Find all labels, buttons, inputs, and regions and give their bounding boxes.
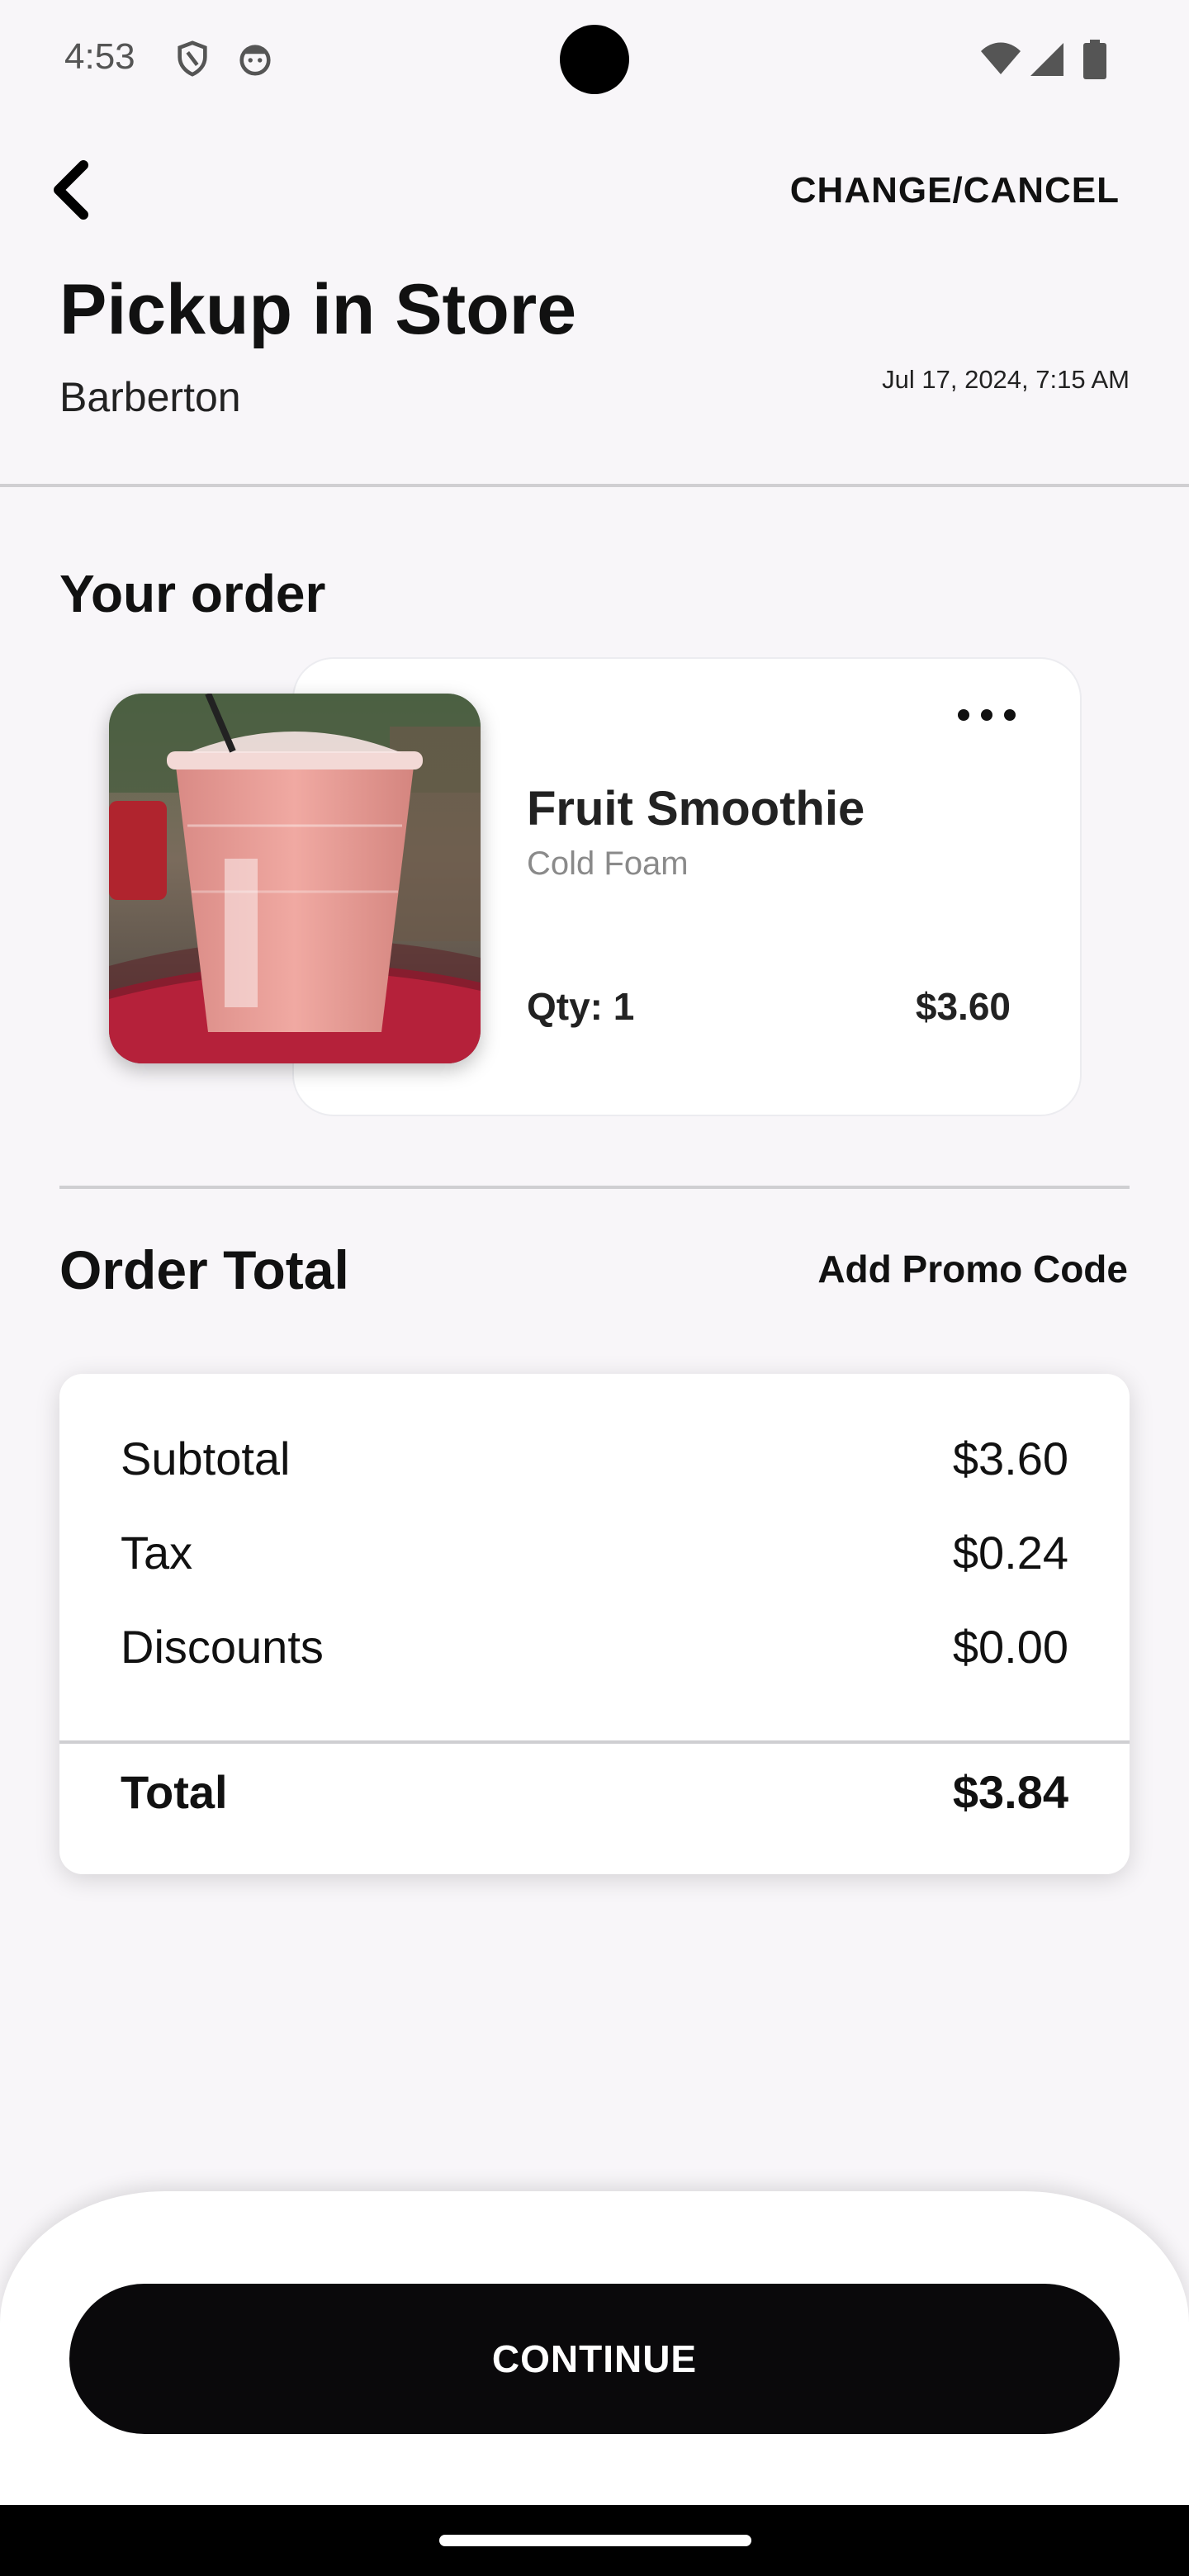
header-divider (0, 484, 1189, 487)
order-total-heading: Order Total (59, 1239, 349, 1300)
subtotal-label: Subtotal (121, 1432, 291, 1485)
section-divider (59, 1186, 1130, 1189)
tax-row: Tax $0.24 (121, 1526, 1068, 1579)
change-cancel-button[interactable]: CHANGE/CANCEL (790, 170, 1120, 211)
more-dot-icon (981, 709, 992, 721)
item-price: $3.60 (915, 985, 1011, 1028)
back-button[interactable] (41, 157, 99, 223)
totals-divider (59, 1740, 1130, 1744)
subtotal-value: $3.60 (952, 1432, 1068, 1485)
more-dot-icon (958, 709, 969, 721)
shield-icon (178, 40, 207, 77)
item-quantity: Qty: 1 (527, 985, 635, 1028)
total-label: Total (121, 1766, 228, 1818)
camera-cutout (560, 25, 629, 94)
discounts-row: Discounts $0.00 (121, 1620, 1068, 1674)
checkout-screen: 4:53 CHANGE/CANCEL Pickup in Store Barbe… (0, 0, 1189, 2576)
chevron-left-icon (54, 160, 88, 220)
pickup-time: Jul 17, 2024, 7:15 AM (882, 365, 1130, 394)
status-bar: 4:53 (0, 0, 1189, 116)
battery-icon (1083, 40, 1106, 79)
status-time: 4:53 (64, 36, 135, 77)
home-indicator[interactable] (439, 2535, 751, 2546)
totals-card: Subtotal $3.60 Tax $0.24 Discounts $0.00… (59, 1374, 1130, 1874)
total-row: Total $3.84 (121, 1765, 1068, 1819)
tax-value: $0.24 (952, 1527, 1068, 1579)
wifi-icon (981, 42, 1021, 74)
signal-icon (1030, 43, 1063, 76)
continue-button[interactable]: CONTINUE (69, 2284, 1120, 2434)
discounts-value: $0.00 (952, 1621, 1068, 1673)
tax-label: Tax (121, 1527, 193, 1579)
store-name: Barberton (59, 374, 241, 420)
your-order-heading: Your order (59, 564, 326, 623)
item-name: Fruit Smoothie (527, 782, 865, 836)
more-dot-icon (1004, 709, 1016, 721)
fruit-smoothie-photo (109, 694, 481, 1063)
item-more-options-button[interactable] (958, 698, 1016, 732)
subtotal-row: Subtotal $3.60 (121, 1432, 1068, 1485)
page-title: Pickup in Store (59, 270, 577, 349)
item-modifier: Cold Foam (527, 845, 689, 882)
add-promo-code-link[interactable]: Add Promo Code (817, 1247, 1128, 1291)
face-icon (239, 45, 271, 76)
discounts-label: Discounts (121, 1621, 324, 1673)
total-value: $3.84 (952, 1766, 1068, 1818)
